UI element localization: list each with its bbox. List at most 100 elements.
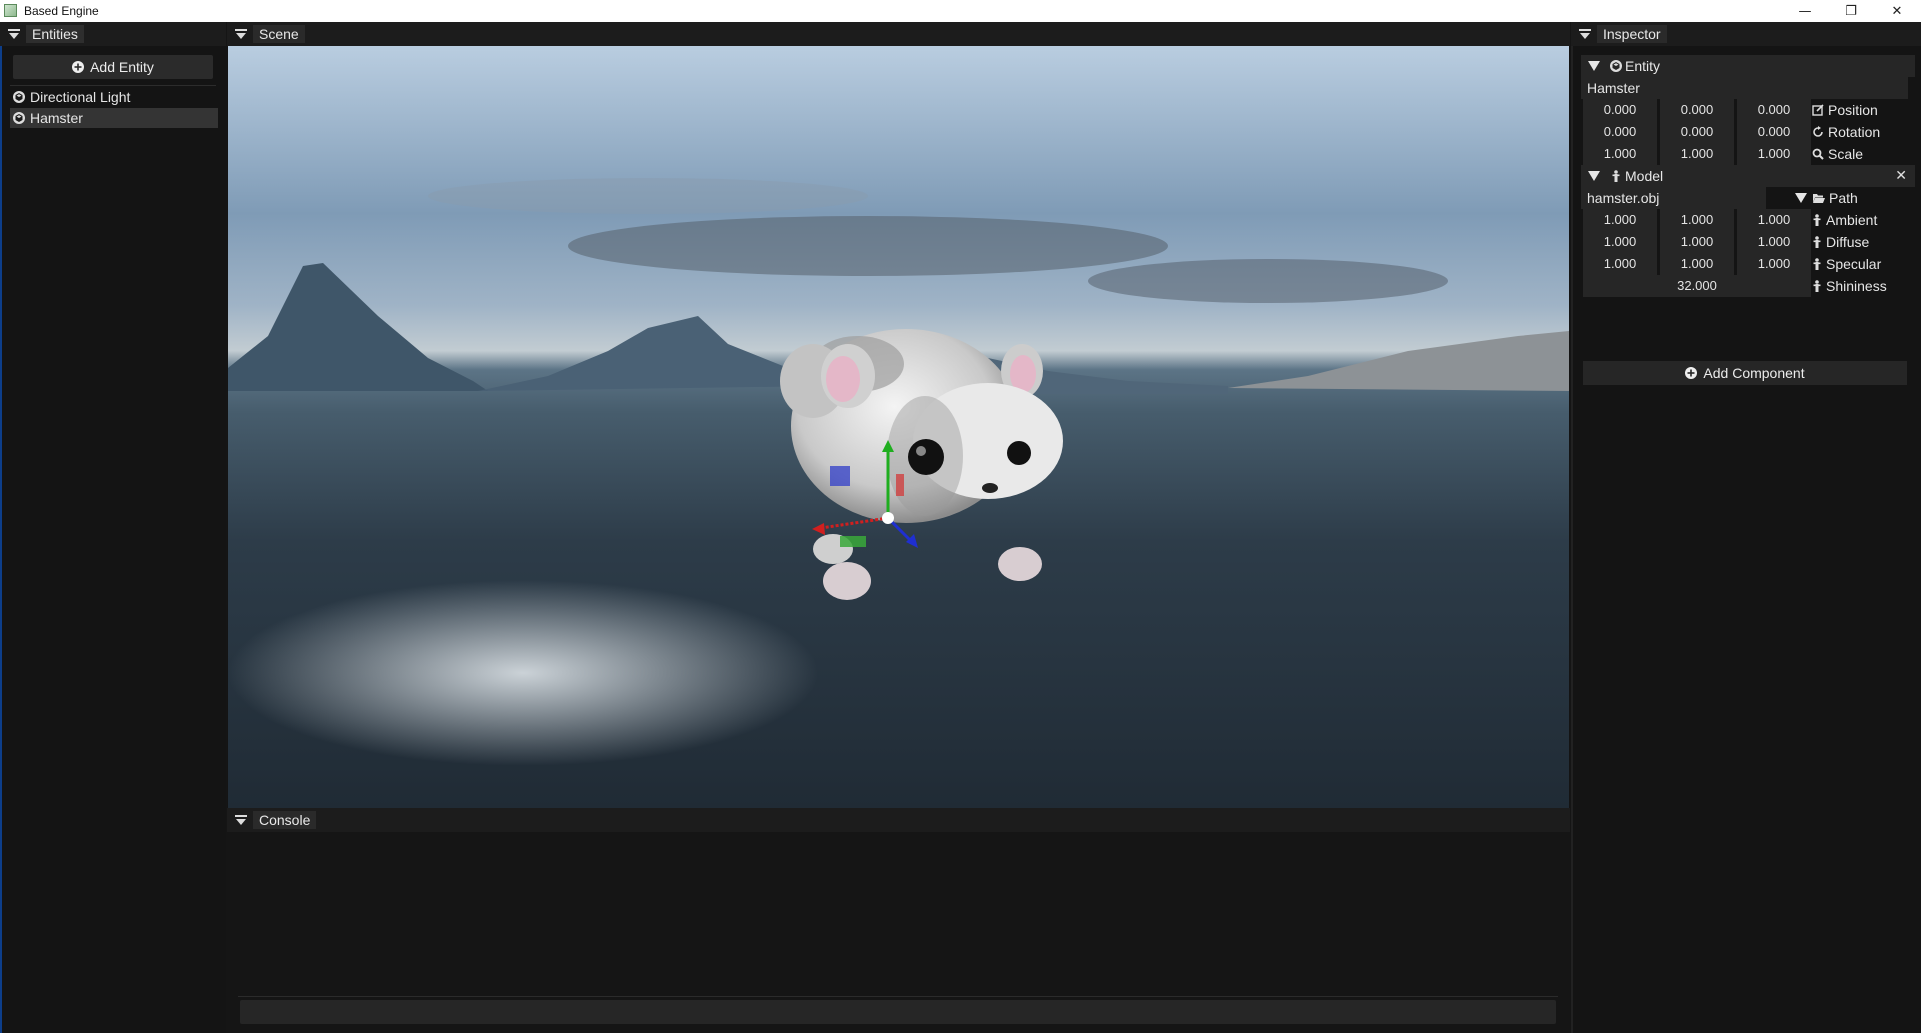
tab-console[interactable]: Console	[253, 811, 317, 829]
shininess-field[interactable]: 32.000	[1583, 275, 1811, 297]
entity-section-title: Entity	[1625, 58, 1661, 74]
rotation-x-field[interactable]: 0.000	[1583, 121, 1657, 143]
plus-circle-icon	[72, 61, 85, 73]
tab-entities[interactable]: Entities	[26, 25, 84, 43]
rotation-y-field[interactable]: 0.000	[1660, 121, 1734, 143]
rotate-icon	[1813, 126, 1823, 137]
scene-viewport[interactable]	[228, 46, 1569, 808]
specular-r-field[interactable]: 1.000	[1583, 253, 1657, 275]
diffuse-b-field[interactable]: 1.000	[1737, 231, 1811, 253]
model-path-select[interactable]: hamster.obj	[1581, 187, 1766, 209]
tab-inspector[interactable]: Inspector	[1597, 25, 1667, 43]
position-x-field[interactable]: 0.000	[1583, 99, 1657, 121]
add-component-label: Add Component	[1703, 365, 1805, 381]
scale-z-field[interactable]: 1.000	[1737, 143, 1811, 165]
diffuse-g-field[interactable]: 1.000	[1660, 231, 1734, 253]
scale-label: Scale	[1812, 143, 1863, 165]
mountain	[228, 263, 488, 391]
tab-scene[interactable]: Scene	[253, 25, 305, 43]
entities-tab-bar: Entities	[0, 22, 226, 46]
cube-icon	[1607, 60, 1625, 72]
person-icon	[1813, 236, 1821, 248]
position-z-field[interactable]: 0.000	[1737, 99, 1811, 121]
window-title-bar: Based Engine — ❐ ✕	[0, 0, 1921, 22]
divider	[238, 996, 1558, 997]
position-label: Position	[1812, 99, 1878, 121]
model-section-header[interactable]: Model ✕	[1581, 165, 1915, 187]
person-icon	[1607, 170, 1625, 182]
entity-item-label: Hamster	[30, 110, 83, 126]
entity-item-directional-light[interactable]: Directional Light	[10, 87, 218, 107]
person-icon	[1813, 258, 1821, 270]
specular-label: Specular	[1812, 253, 1881, 275]
path-label-text: Path	[1829, 190, 1858, 206]
folder-open-icon	[1813, 194, 1825, 203]
collapse-arrow-icon	[1581, 61, 1607, 71]
inspector-tab-bar: Inspector	[1571, 22, 1921, 46]
minimize-button[interactable]: —	[1782, 0, 1828, 22]
maximize-button[interactable]: ❐	[1828, 0, 1874, 22]
collapse-icon[interactable]	[6, 26, 22, 42]
plus-circle-icon	[1685, 367, 1698, 379]
scale-y-field[interactable]: 1.000	[1660, 143, 1734, 165]
ambient-label: Ambient	[1812, 209, 1877, 231]
console-panel: Console	[227, 808, 1570, 1033]
console-tab-bar: Console	[227, 808, 1570, 832]
person-icon	[1813, 280, 1821, 292]
add-entity-label: Add Entity	[90, 59, 154, 75]
model-section-title: Model	[1625, 168, 1664, 184]
panel-edge	[0, 46, 2, 1033]
inspector-panel: Inspector Entity Hamster 0.000 0.000 0.0…	[1571, 22, 1921, 1033]
position-label-text: Position	[1828, 102, 1878, 118]
cloud	[428, 178, 868, 214]
scale-label-text: Scale	[1828, 146, 1864, 162]
mountain	[478, 316, 828, 391]
shininess-label: Shininess	[1812, 275, 1887, 297]
add-component-button[interactable]: Add Component	[1583, 361, 1907, 385]
ambient-b-field[interactable]: 1.000	[1737, 209, 1811, 231]
ambient-g-field[interactable]: 1.000	[1660, 209, 1734, 231]
collapse-icon[interactable]	[233, 26, 249, 42]
entity-item-hamster[interactable]: Hamster	[10, 108, 218, 128]
collapse-arrow-icon	[1581, 171, 1607, 181]
path-label: Path	[1812, 187, 1858, 209]
rotation-label: Rotation	[1812, 121, 1880, 143]
window-title: Based Engine	[24, 4, 99, 18]
chevron-down-icon[interactable]	[1790, 187, 1812, 209]
specular-g-field[interactable]: 1.000	[1660, 253, 1734, 275]
edit-icon	[1812, 104, 1824, 116]
cube-icon	[13, 112, 25, 124]
specular-b-field[interactable]: 1.000	[1737, 253, 1811, 275]
close-window-button[interactable]: ✕	[1874, 0, 1920, 22]
person-icon	[1813, 214, 1821, 226]
scene-tab-bar: Scene	[227, 22, 1570, 46]
rotation-label-text: Rotation	[1828, 124, 1881, 140]
console-input[interactable]	[240, 1000, 1556, 1024]
scale-x-field[interactable]: 1.000	[1583, 143, 1657, 165]
diffuse-label-text: Diffuse	[1826, 234, 1870, 250]
rotation-z-field[interactable]: 0.000	[1737, 121, 1811, 143]
cloud	[1088, 259, 1448, 303]
collapse-icon[interactable]	[233, 812, 249, 828]
remove-component-button[interactable]: ✕	[1895, 167, 1907, 184]
scene-panel: Scene	[227, 22, 1570, 808]
ambient-r-field[interactable]: 1.000	[1583, 209, 1657, 231]
collapse-icon[interactable]	[1577, 26, 1593, 42]
entity-name-field[interactable]: Hamster	[1581, 77, 1908, 99]
cloud	[568, 216, 1168, 276]
entity-item-label: Directional Light	[30, 89, 131, 105]
position-y-field[interactable]: 0.000	[1660, 99, 1734, 121]
specular-label-text: Specular	[1826, 256, 1882, 272]
entities-panel: Entities Add Entity Directional Light Ha…	[0, 22, 226, 1033]
app-icon	[4, 4, 17, 17]
divider	[10, 85, 216, 86]
ambient-label-text: Ambient	[1826, 212, 1878, 228]
cube-icon	[13, 91, 25, 103]
add-entity-button[interactable]: Add Entity	[13, 55, 213, 79]
magnifier-icon	[1812, 148, 1824, 160]
panel-edge	[1571, 22, 1573, 1033]
entity-section-header[interactable]: Entity	[1581, 55, 1915, 77]
diffuse-r-field[interactable]: 1.000	[1583, 231, 1657, 253]
hill	[1228, 331, 1569, 391]
diffuse-label: Diffuse	[1812, 231, 1869, 253]
